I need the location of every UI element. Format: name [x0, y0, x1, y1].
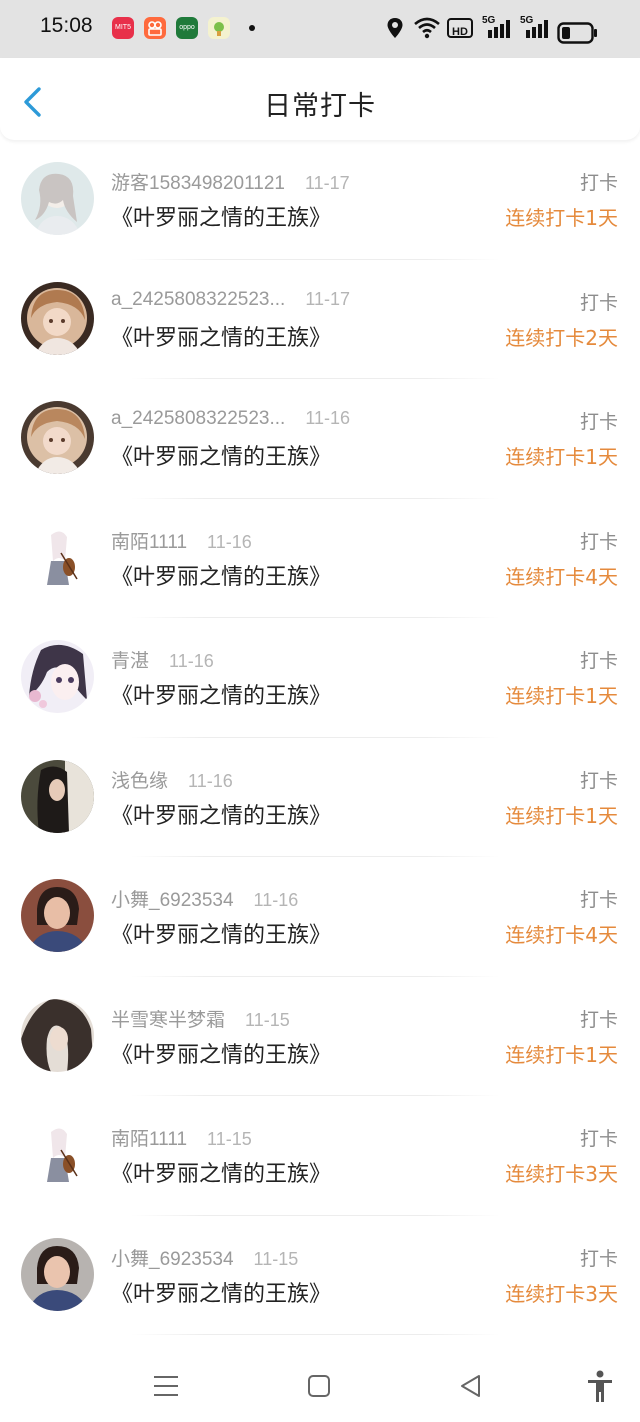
hd-icon: HD [447, 18, 473, 38]
checkin-date: 11-15 [245, 1009, 290, 1030]
checkin-label: 打卡 [579, 769, 618, 792]
notification-dot-icon [249, 25, 255, 31]
checkin-date: 11-16 [305, 408, 351, 428]
oppo-app-icon: oppo [176, 17, 198, 39]
list-item[interactable]: 南陌1111 11-16 《叶罗丽之情的王族》 打卡 连续打卡4天 [0, 499, 640, 618]
book-title[interactable]: 《叶罗丽之情的王族》 [111, 1276, 331, 1308]
mito-app-label: MIT5 [112, 17, 134, 39]
user-name[interactable]: 南陌1111 [111, 1129, 187, 1150]
checkin-label: 打卡 [579, 650, 618, 672]
wifi-icon [414, 17, 440, 39]
battery-icon [557, 22, 597, 44]
book-title[interactable]: 《叶罗丽之情的王族》 [111, 917, 331, 949]
book-title[interactable]: 《叶罗丽之情的王族》 [111, 320, 331, 352]
streak-label: 连续打卡2天 [505, 325, 618, 350]
book-title[interactable]: 《叶罗丽之情的王族》 [111, 439, 331, 471]
avatar[interactable] [21, 998, 94, 1072]
book-title[interactable]: 《叶罗丽之情的王族》 [111, 200, 331, 232]
user-name[interactable]: 浅色缘 [111, 771, 168, 792]
avatar[interactable] [21, 759, 94, 833]
avatar[interactable] [21, 1237, 94, 1311]
checkin-date: 11-17 [304, 173, 350, 193]
book-title[interactable]: 《叶罗丽之情的王族》 [111, 678, 331, 710]
oppo-app-label: oppo [176, 17, 198, 39]
book-title[interactable]: 《叶罗丽之情的王族》 [111, 559, 331, 591]
user-name[interactable]: 南陌1111 [111, 532, 187, 553]
avatar[interactable] [21, 640, 94, 713]
checkin-date: 11-17 [305, 288, 351, 309]
user-name[interactable]: a_2425808322523... [111, 289, 285, 310]
game-app-icon [208, 17, 230, 39]
system-nav-bar [0, 1350, 640, 1422]
book-title[interactable]: 《叶罗丽之情的王族》 [111, 798, 331, 830]
list-item[interactable]: 青湛 11-16 《叶罗丽之情的王族》 打卡 连续打卡1天 [0, 618, 640, 738]
signal-5g-icon-2: 5G [520, 14, 550, 44]
home-square-icon[interactable] [301, 1368, 337, 1404]
checkin-list: 游客1583498201121 11-17 《叶罗丽之情的王族》 打卡 连续打卡1… [0, 140, 640, 1335]
checkin-label: 打卡 [579, 889, 618, 911]
checkin-label: 打卡 [579, 1128, 618, 1150]
checkin-date: 11-15 [253, 1248, 299, 1269]
signal-5g-icon: 5G [482, 14, 512, 44]
hd-label: HD [452, 26, 468, 38]
status-time: 15:08 [40, 14, 93, 37]
avatar[interactable] [21, 1118, 94, 1191]
list-item[interactable]: 游客1583498201121 11-17 《叶罗丽之情的王族》 打卡 连续打卡1… [0, 140, 640, 260]
list-item[interactable]: 小舞_6923534 11-16 《叶罗丽之情的王族》 打卡 连续打卡4天 [0, 857, 640, 977]
user-name[interactable]: 小舞_6923534 [111, 890, 234, 911]
avatar[interactable] [21, 162, 94, 235]
streak-label: 连续打卡1天 [505, 1042, 618, 1067]
checkin-label: 打卡 [579, 530, 618, 553]
streak-label: 连续打卡1天 [505, 684, 618, 708]
avatar[interactable] [21, 520, 94, 594]
user-name[interactable]: 青湛 [111, 651, 149, 672]
divider [130, 1334, 500, 1335]
streak-label: 连续打卡1天 [505, 445, 618, 469]
user-name[interactable]: a_2425808322523... [111, 408, 285, 429]
header: 日常打卡 [0, 58, 640, 140]
list-item[interactable]: 小舞_6923534 11-15 《叶罗丽之情的王族》 打卡 连续打卡3天 [0, 1216, 640, 1335]
streak-label: 连续打卡3天 [505, 1162, 618, 1186]
page-title: 日常打卡 [264, 91, 376, 122]
user-name[interactable]: 半雪寒半梦霜 [111, 1010, 225, 1031]
list-item[interactable]: a_2425808322523... 11-17 《叶罗丽之情的王族》 打卡 连续… [0, 260, 640, 379]
user-name[interactable]: 小舞_6923534 [111, 1249, 234, 1270]
checkin-date: 11-16 [207, 531, 252, 552]
streak-label: 连续打卡4天 [505, 564, 618, 589]
list-item[interactable]: 南陌1111 11-15 《叶罗丽之情的王族》 打卡 连续打卡3天 [0, 1096, 640, 1216]
location-icon [387, 18, 403, 38]
checkin-label: 打卡 [579, 1247, 618, 1270]
book-title[interactable]: 《叶罗丽之情的王族》 [111, 1037, 331, 1069]
status-bar: 15:08 MIT5 oppo HD 5G 5G [0, 0, 640, 58]
list-item[interactable]: 半雪寒半梦霜 11-15 《叶罗丽之情的王族》 打卡 连续打卡1天 [0, 977, 640, 1096]
checkin-label: 打卡 [579, 1008, 618, 1031]
checkin-date: 11-15 [207, 1129, 252, 1149]
streak-label: 连续打卡4天 [505, 923, 618, 947]
streak-label: 连续打卡1天 [505, 803, 618, 828]
checkin-label: 打卡 [579, 411, 618, 433]
checkin-date: 11-16 [253, 890, 299, 910]
video-app-icon [144, 17, 166, 39]
checkin-date: 11-16 [188, 770, 233, 791]
streak-label: 连续打卡3天 [505, 1281, 618, 1306]
checkin-date: 11-16 [169, 651, 214, 671]
list-item[interactable]: a_2425808322523... 11-16 《叶罗丽之情的王族》 打卡 连续… [0, 379, 640, 499]
user-name[interactable]: 游客1583498201121 [111, 173, 285, 194]
accessibility-icon[interactable] [582, 1368, 618, 1404]
back-triangle-icon[interactable] [453, 1368, 489, 1404]
list-item[interactable]: 浅色缘 11-16 《叶罗丽之情的王族》 打卡 连续打卡1天 [0, 738, 640, 857]
avatar[interactable] [21, 281, 94, 355]
menu-icon[interactable] [148, 1368, 184, 1404]
checkin-label: 打卡 [579, 172, 618, 194]
streak-label: 连续打卡1天 [505, 206, 618, 230]
mito-app-icon: MIT5 [112, 17, 134, 39]
checkin-label: 打卡 [579, 291, 618, 314]
avatar[interactable] [21, 401, 94, 474]
book-title[interactable]: 《叶罗丽之情的王族》 [111, 1156, 331, 1188]
avatar[interactable] [21, 879, 94, 952]
